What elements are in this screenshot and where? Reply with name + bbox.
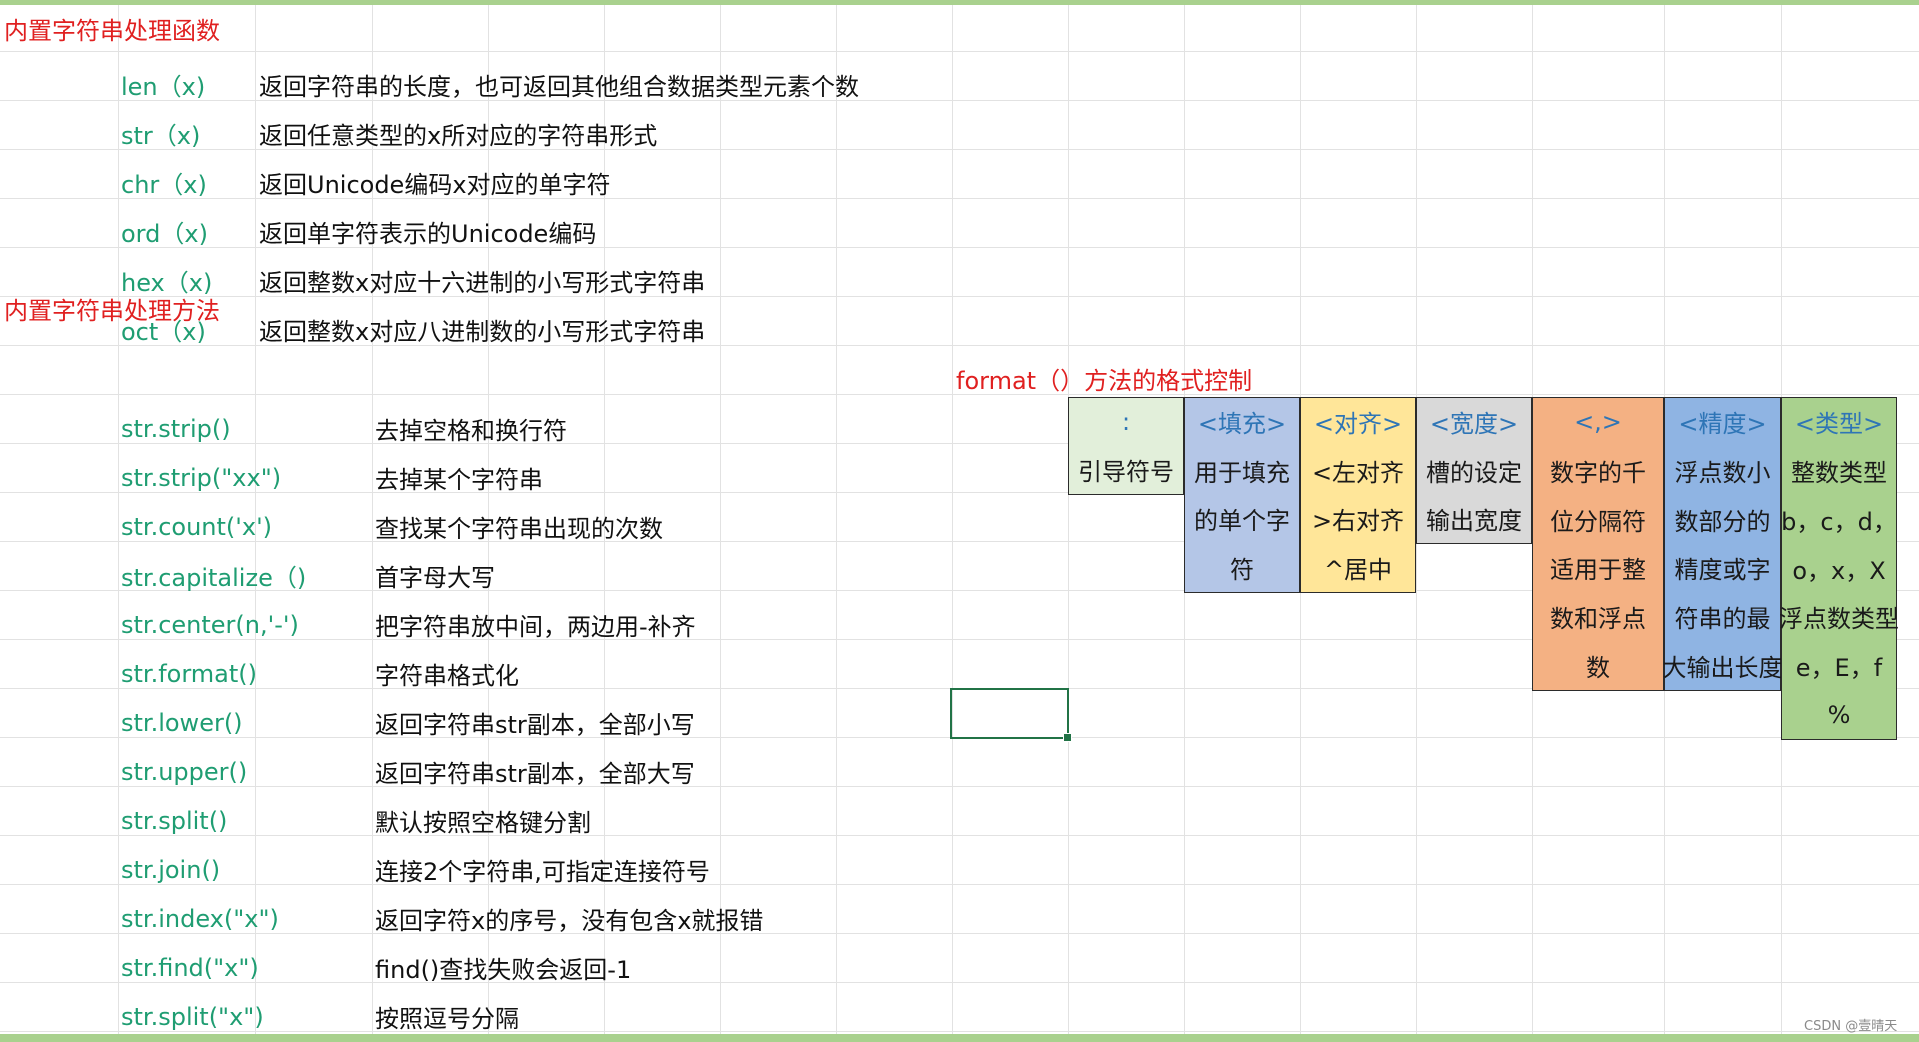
method-description: find()查找失败会返回-1: [375, 956, 632, 984]
format-spec-column: <对齐> <左对齐 >右对齐 ^居中: [1300, 397, 1416, 593]
active-cell-selection[interactable]: [950, 688, 1072, 742]
gridline-row: [0, 1031, 1919, 1032]
format-spec-line: 符串的最: [1674, 605, 1771, 634]
format-spec-line: 的单个字: [1194, 507, 1290, 536]
gridline-row: [0, 835, 1919, 836]
spreadsheet-grid: 内置字符串处理函数 len（x) 返回字符串的长度，也可返回其他组合数据类型元素个…: [0, 0, 1919, 1042]
gridline-col: [118, 5, 119, 1034]
format-spec-line: ^居中: [1323, 556, 1393, 585]
format-spec-header: <精度>: [1678, 410, 1767, 439]
method-description: 查找某个字符串出现的次数: [375, 515, 663, 543]
gridline-col: [836, 5, 837, 1034]
format-spec-line: 适用于整: [1550, 556, 1646, 585]
gridline-col: [1068, 5, 1069, 1034]
method-name: str.lower(): [121, 708, 243, 737]
methods-section-title: 内置字符串处理方法: [4, 297, 220, 325]
format-spec-line: 位分隔符: [1550, 507, 1646, 536]
format-spec-column: <,> 数字的千位分隔符适用于整数和浮点数: [1532, 397, 1664, 691]
fill-handle[interactable]: [1063, 733, 1072, 742]
function-description: 返回单字符表示的Unicode编码: [259, 220, 597, 248]
gridline-row: [0, 884, 1919, 885]
format-spec-line: o，x，X: [1792, 556, 1886, 585]
format-spec-column: <填充> 用于填充的单个字符: [1184, 397, 1300, 593]
method-name: str.strip("xx"): [121, 463, 282, 492]
format-spec-line: >右对齐: [1311, 507, 1405, 536]
method-description: 默认按照空格键分割: [375, 809, 591, 837]
method-name: str.upper(): [121, 757, 248, 786]
format-spec-line: 数: [1586, 654, 1610, 683]
function-name: chr（x): [121, 171, 207, 199]
format-spec-line: 整数类型: [1791, 458, 1887, 487]
format-spec-line: 槽的设定: [1426, 458, 1522, 487]
function-description: 返回整数x对应十六进制的小写形式字符串: [259, 269, 706, 297]
function-name: str（x): [121, 122, 201, 150]
format-spec-header: <宽度>: [1429, 410, 1519, 439]
method-name: str.join(): [121, 855, 221, 884]
format-spec-line: 引导符号: [1078, 458, 1174, 487]
method-name: str.index("x"): [121, 904, 279, 933]
gridline-col: [952, 5, 953, 1034]
format-spec-line: b，c，d，: [1781, 507, 1897, 536]
format-spec-line: 符: [1230, 556, 1254, 585]
method-description: 返回字符x的序号，没有包含x就报错: [375, 907, 764, 935]
gridline-row: [0, 51, 1919, 52]
format-section-title: format（）方法的格式控制: [956, 366, 1253, 395]
method-name: str.strip(): [121, 414, 231, 443]
format-spec-header: <,>: [1574, 407, 1622, 436]
gridline-row: [0, 786, 1919, 787]
format-spec-line: <左对齐: [1311, 458, 1405, 487]
method-name: str.find("x"): [121, 953, 259, 982]
function-name: len（x): [121, 73, 206, 101]
function-description: 返回字符串的长度，也可返回其他组合数据类型元素个数: [259, 73, 859, 101]
method-name: str.split(): [121, 806, 228, 835]
format-spec-line: 大输出长度: [1662, 654, 1783, 683]
format-spec-column: <宽度> 槽的设定输出宽度: [1416, 397, 1532, 544]
method-name: str.count('x'): [121, 512, 273, 541]
method-description: 连接2个字符串,可指定连接符号: [375, 858, 710, 886]
format-spec-column: <类型> 整数类型 b，c，d， o，x，X 浮点数类型 e，E，f%: [1779, 397, 1899, 740]
bottom-frame-bar: [0, 1034, 1919, 1042]
method-description: 返回字符串str副本，全部大写: [375, 760, 695, 788]
watermark-text: CSDN @壹晴天: [1804, 1019, 1898, 1034]
method-description: 去掉某个字符串: [375, 466, 543, 494]
gridline-col: [720, 5, 721, 1034]
function-name: ord（x): [121, 220, 208, 248]
format-spec-line: 数部分的: [1674, 507, 1771, 536]
format-spec-line: %: [1827, 700, 1851, 729]
method-name: str.format(): [121, 659, 258, 688]
function-description: 返回Unicode编码x对应的单字符: [259, 171, 611, 199]
format-spec-header: <对齐>: [1313, 410, 1403, 439]
method-description: 去掉空格和换行符: [375, 417, 567, 445]
format-spec-header: <类型>: [1794, 410, 1884, 439]
function-description: 返回整数x对应八进制数的小写形式字符串: [259, 318, 706, 346]
method-name: str.capitalize（): [121, 564, 307, 592]
method-description: 把字符串放中间，两边用-补齐: [375, 613, 696, 641]
format-spec-column: <精度> 浮点数小数部分的精度或字符串的最大输出长度: [1662, 397, 1783, 691]
gridline-row: [0, 982, 1919, 983]
method-description: 返回字符串str副本，全部小写: [375, 711, 695, 739]
format-spec-header: <填充>: [1197, 410, 1287, 439]
function-description: 返回任意类型的x所对应的字符串形式: [259, 122, 658, 150]
method-description: 首字母大写: [375, 564, 495, 592]
format-spec-line: 数和浮点: [1550, 605, 1646, 634]
format-spec-line: 输出宽度: [1426, 507, 1522, 536]
format-spec-line: 浮点数类型: [1779, 605, 1899, 634]
gridline-row: [0, 933, 1919, 934]
functions-section-title: 内置字符串处理函数: [4, 17, 220, 45]
format-spec-column: : 引导符号: [1068, 397, 1184, 495]
format-spec-header: :: [1121, 407, 1131, 436]
top-frame-bar: [0, 0, 1919, 5]
format-spec-line: e，E，f: [1795, 654, 1883, 683]
format-spec-line: 数字的千: [1550, 458, 1646, 487]
format-spec-line: 精度或字: [1674, 556, 1771, 585]
method-description: 字符串格式化: [375, 662, 519, 690]
format-spec-line: 用于填充: [1194, 458, 1290, 487]
method-name: str.center(n,'-'): [121, 610, 299, 639]
format-spec-line: 浮点数小: [1674, 458, 1771, 487]
